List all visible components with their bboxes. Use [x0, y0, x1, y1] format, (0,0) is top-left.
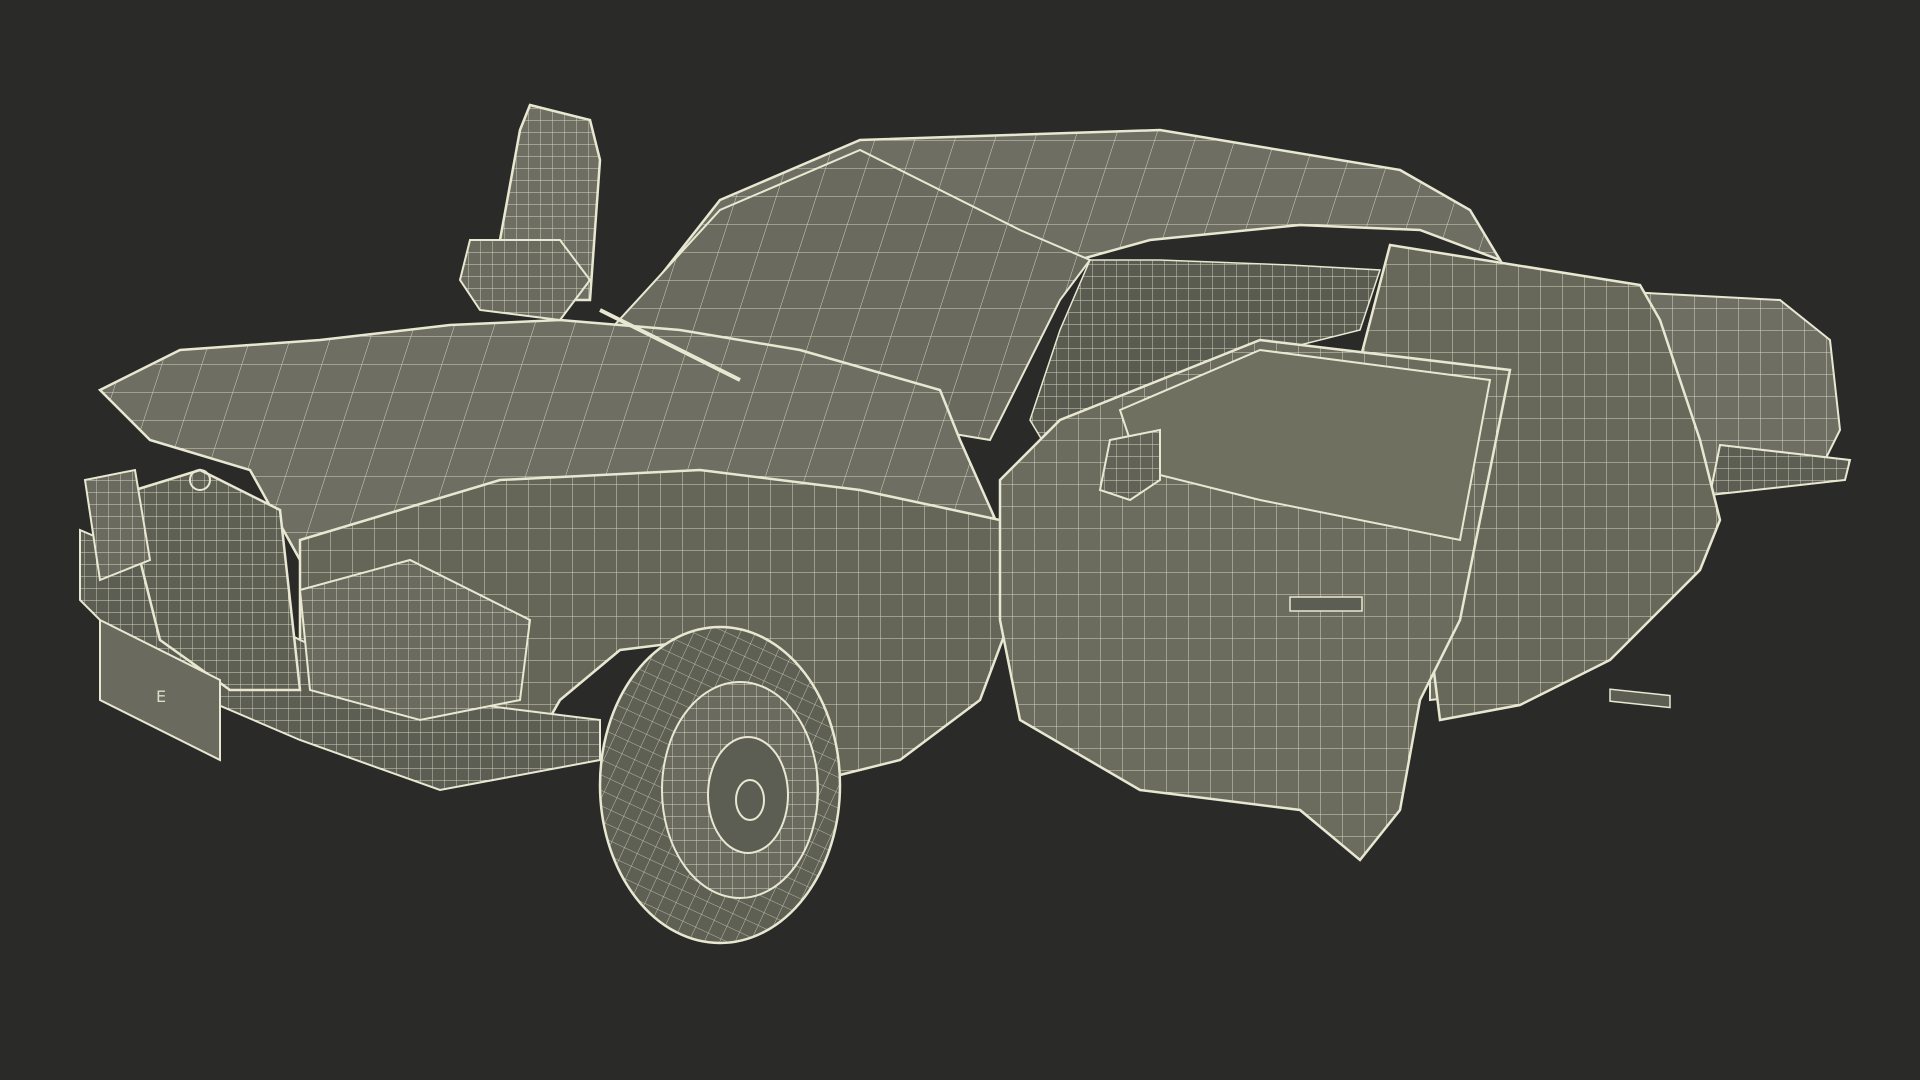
front-wheel [598, 625, 842, 945]
front-right-door [998, 338, 1512, 862]
rear-door-handle [1609, 688, 1671, 709]
render-viewport: E [0, 0, 1920, 1080]
car-wireframe-render: E [79, 103, 1852, 945]
hubcap-icon [707, 736, 789, 854]
left-mirror [458, 103, 602, 322]
front-door-handle [1289, 596, 1363, 612]
plate-text: E [156, 687, 166, 706]
